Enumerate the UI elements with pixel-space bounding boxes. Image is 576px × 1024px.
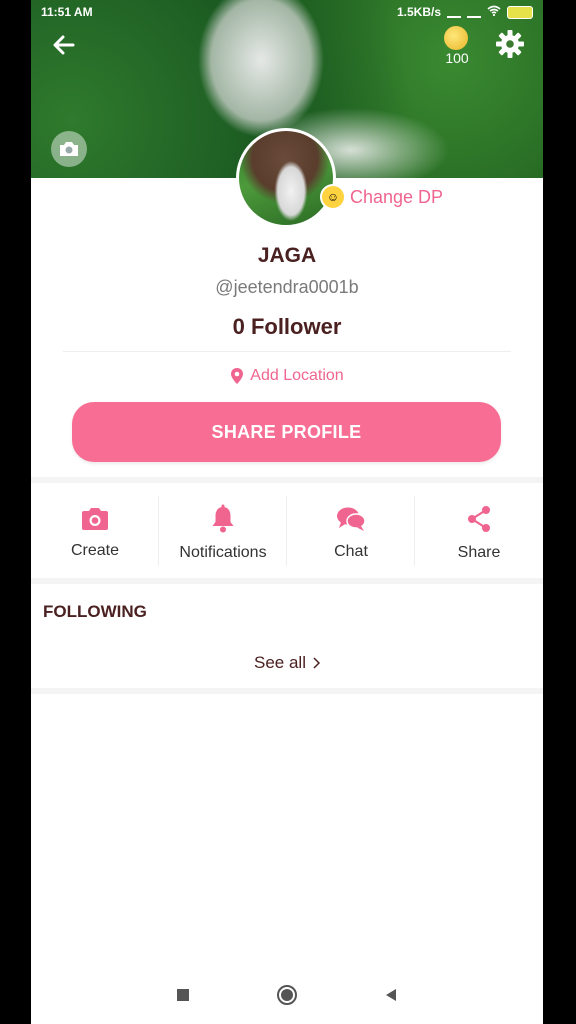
divider	[63, 351, 511, 352]
add-location-label: Add Location	[250, 367, 344, 384]
location-pin-icon	[231, 368, 244, 384]
profile-name: JAGA	[257, 244, 317, 267]
status-time: 11:51 AM	[41, 5, 93, 19]
back-button[interactable]	[49, 30, 79, 60]
back-nav-button[interactable]	[384, 988, 398, 1007]
profile-screen: 11:51 AM 1.5KB/s 100 ☺ Change DP JAGA @j…	[31, 0, 543, 1024]
chat-button[interactable]: Chat	[287, 488, 415, 578]
share-button[interactable]: Share	[415, 488, 543, 578]
add-location-button[interactable]: Add Location	[31, 367, 543, 385]
recents-button[interactable]	[176, 988, 190, 1007]
signal-icon	[467, 6, 481, 18]
section-divider	[31, 578, 543, 584]
chat-label: Chat	[334, 543, 368, 560]
share-icon	[468, 506, 490, 532]
square-icon	[177, 988, 189, 1001]
battery-icon	[507, 5, 533, 19]
camera-icon	[60, 142, 78, 156]
arrow-left-icon	[53, 35, 75, 55]
section-divider	[31, 688, 543, 694]
share-profile-button[interactable]: SHARE PROFILE	[72, 402, 501, 462]
signal-icon	[447, 6, 461, 18]
wifi-icon	[487, 5, 501, 19]
settings-button[interactable]	[494, 28, 526, 60]
gear-icon	[496, 30, 524, 58]
avatar[interactable]	[236, 128, 336, 228]
notifications-button[interactable]: Notifications	[159, 488, 287, 578]
share-label: Share	[457, 544, 501, 561]
coin-count: 100	[445, 50, 469, 66]
notifications-label: Notifications	[179, 544, 267, 561]
section-divider	[31, 477, 543, 483]
chat-bubbles-icon	[337, 507, 366, 531]
following-title: FOLLOWING	[43, 602, 147, 621]
create-button[interactable]: Create	[31, 488, 159, 578]
see-all-label: See all	[254, 653, 306, 672]
status-icons: 1.5KB/s	[397, 5, 533, 19]
net-speed: 1.5KB/s	[396, 5, 441, 19]
profile-handle: @jeetendra0001b	[215, 277, 359, 297]
status-bar: 11:51 AM 1.5KB/s	[31, 0, 543, 24]
home-button[interactable]	[276, 984, 298, 1011]
action-bar: Create Notifications Chat Share	[31, 488, 543, 578]
bell-icon	[212, 504, 234, 533]
change-cover-button[interactable]	[51, 131, 87, 167]
smiley-icon: ☺	[320, 184, 346, 210]
circle-icon	[277, 984, 297, 1005]
follower-count[interactable]: 0 Follower	[31, 314, 543, 340]
chevron-right-icon	[313, 657, 320, 669]
see-all-link[interactable]: See all	[31, 653, 543, 673]
change-dp-label: Change DP	[350, 186, 444, 207]
triangle-back-icon	[386, 988, 396, 1001]
change-dp-button[interactable]: ☺ Change DP	[320, 184, 443, 210]
coin-icon[interactable]	[444, 26, 468, 50]
create-label: Create	[70, 542, 120, 559]
camera-icon	[82, 508, 108, 530]
system-nav-bar	[31, 970, 543, 1024]
